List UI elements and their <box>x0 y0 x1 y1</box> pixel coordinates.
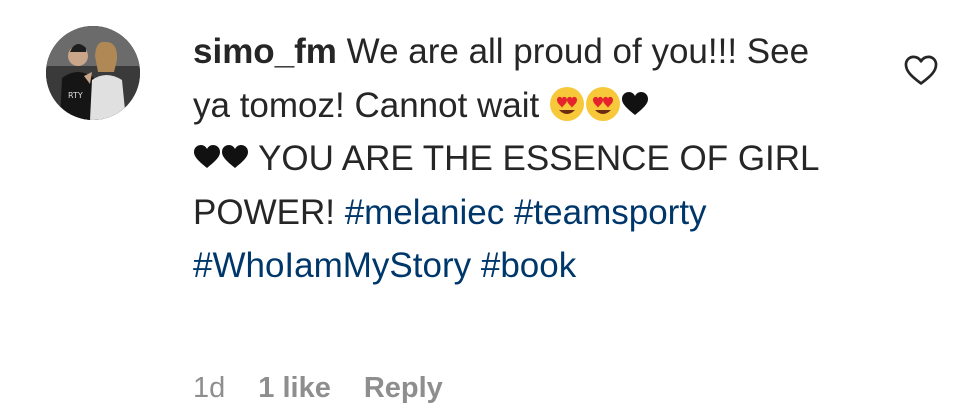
heart-eyes-face-emoji <box>550 86 584 121</box>
black-heart-emoji <box>222 145 248 168</box>
hashtag-link[interactable]: #book <box>481 246 576 285</box>
svg-text:RTY: RTY <box>68 91 83 100</box>
hashtag-link[interactable]: #teamsporty <box>514 193 707 232</box>
hashtag-link[interactable]: #melaniec <box>345 193 505 232</box>
comment-likes-count[interactable]: 1 like <box>258 372 331 404</box>
comment-time[interactable]: 1d <box>193 372 225 404</box>
avatar[interactable]: RTY <box>46 26 140 120</box>
black-heart-emoji <box>194 145 220 168</box>
comment-text-part-2: YOU ARE THE ESSENCE OF GIRL POWER! <box>193 139 819 232</box>
comment-text: simo_fm We are all proud of you!!! See y… <box>193 25 853 293</box>
heart-eyes-face-emoji <box>586 86 620 121</box>
comment-username[interactable]: simo_fm <box>193 32 337 71</box>
hashtag-link[interactable]: #WhoIamMyStory <box>193 246 471 285</box>
like-button[interactable] <box>902 51 940 89</box>
heart-outline-icon <box>904 55 938 85</box>
black-heart-emoji <box>622 91 648 115</box>
reply-button[interactable]: Reply <box>364 372 443 404</box>
comment-meta: 1d 1 like Reply <box>193 368 476 408</box>
